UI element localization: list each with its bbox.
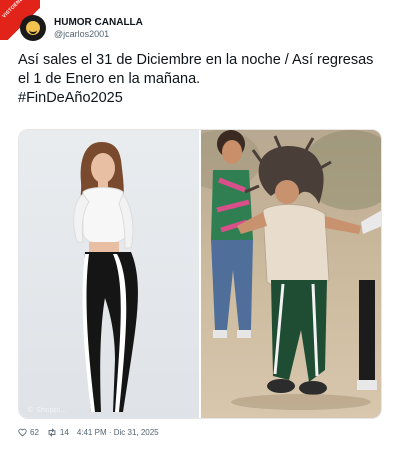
like-stat[interactable]: 62 — [18, 428, 39, 437]
tweet-text: Así sales el 31 de Diciembre en la noche… — [18, 51, 388, 108]
retweet-count: 14 — [59, 427, 69, 437]
retweet-icon — [48, 427, 56, 437]
tweet-timestamp[interactable]: 4:41 PM · Dic 31, 2025 — [77, 428, 159, 437]
woman-leggings-illustration — [73, 142, 138, 412]
disheveled-woman-illustration — [201, 130, 381, 410]
tweet-footer: 62 14 4:41 PM · Dic 31, 2025 — [18, 426, 159, 438]
smiley-icon — [26, 21, 40, 35]
heart-icon — [18, 428, 27, 436]
hashtag-link[interactable]: #FinDeAño2025 — [18, 89, 388, 108]
author-handle[interactable]: @jcarlos2001 — [54, 29, 143, 40]
author-display-name[interactable]: HUMOR CANALLA — [54, 17, 143, 29]
retweet-stat[interactable]: 14 — [47, 428, 69, 437]
photo-watermark: © Shoppi... — [27, 406, 67, 414]
tweet-header: HUMOR CANALLA @jcarlos2001 — [14, 14, 143, 42]
photo-woman-leggings[interactable]: © Shoppi... — [19, 130, 199, 418]
author-names: HUMOR CANALLA @jcarlos2001 — [54, 17, 143, 40]
avatar[interactable] — [20, 15, 46, 41]
tweet-line-1: Así sales el 31 de Diciembre en la noche… — [18, 52, 374, 68]
tweet-media[interactable]: © Shoppi... — [18, 129, 382, 419]
tweet-line-2: el 1 de Enero en la mañana. — [18, 71, 201, 87]
photo-disheveled-woman[interactable] — [201, 130, 381, 418]
like-count: 62 — [30, 427, 39, 437]
